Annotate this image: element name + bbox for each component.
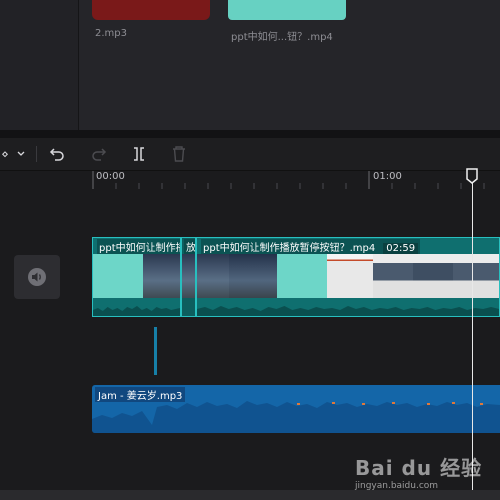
audio-link-marker (154, 327, 157, 375)
watermark-brand: Bai du 经验 (355, 456, 483, 480)
toolbar-separator (36, 146, 37, 162)
clip-thumbnails (197, 254, 499, 298)
clip-title-text: ppt中如何让制作播放暂停按钮？.mp4 (203, 243, 376, 254)
audio-clip[interactable]: Jam - 姜云岁.mp3 (92, 385, 500, 433)
media-label-mp4: ppt中如何...钮？.mp4 (231, 32, 333, 43)
track-mute-button[interactable] (14, 255, 60, 299)
chevron-down-icon[interactable] (12, 138, 30, 170)
clip-waveform (197, 306, 499, 316)
clip-waveform (93, 306, 180, 316)
redo-icon[interactable] (88, 138, 110, 170)
undo-icon[interactable] (46, 138, 68, 170)
clip-title: ppt中如何让制作播放暂停按钮？.mp4 02:59 (201, 239, 421, 254)
video-clip[interactable]: ppt中如何让制作播放暂停按钮？.mp4 02:59 (196, 237, 500, 317)
watermark-url: jingyan.baidu.com (355, 481, 439, 491)
timeline-ruler[interactable]: 00:00 01:00 (0, 171, 500, 189)
ruler-tick-label: 00:00 (96, 171, 125, 182)
speaker-icon (28, 268, 46, 286)
media-thumb-mp4[interactable] (228, 0, 346, 20)
ruler-tick-label: 01:00 (373, 171, 402, 182)
watermark-logo: Bai du 经验 jingyan.baidu.com (355, 452, 482, 492)
clip-title: ppt中如何让制作播 (97, 239, 180, 254)
media-thumb-mp3[interactable] (92, 0, 210, 20)
video-clip[interactable]: 放 (181, 237, 196, 317)
playhead-line[interactable] (472, 172, 473, 490)
clip-title: 放 (184, 239, 195, 254)
audio-clip-title: Jam - 姜云岁.mp3 (95, 387, 186, 402)
panel-divider[interactable] (0, 130, 500, 138)
clip-duration: 02:59 (383, 243, 419, 254)
clip-thumbnails (182, 254, 195, 298)
timeline-toolbar: ⋄ (0, 138, 500, 171)
cursor-select-icon[interactable]: ⋄ (0, 138, 10, 170)
clip-thumbnails (93, 254, 180, 298)
media-label-mp3: 2.mp3 (95, 28, 127, 39)
playhead-handle[interactable] (466, 168, 478, 184)
media-sidebar (0, 0, 79, 130)
split-icon[interactable] (128, 138, 150, 170)
timeline-tracks (0, 189, 500, 490)
delete-icon[interactable] (168, 138, 190, 170)
video-clip[interactable]: ppt中如何让制作播 (92, 237, 181, 317)
